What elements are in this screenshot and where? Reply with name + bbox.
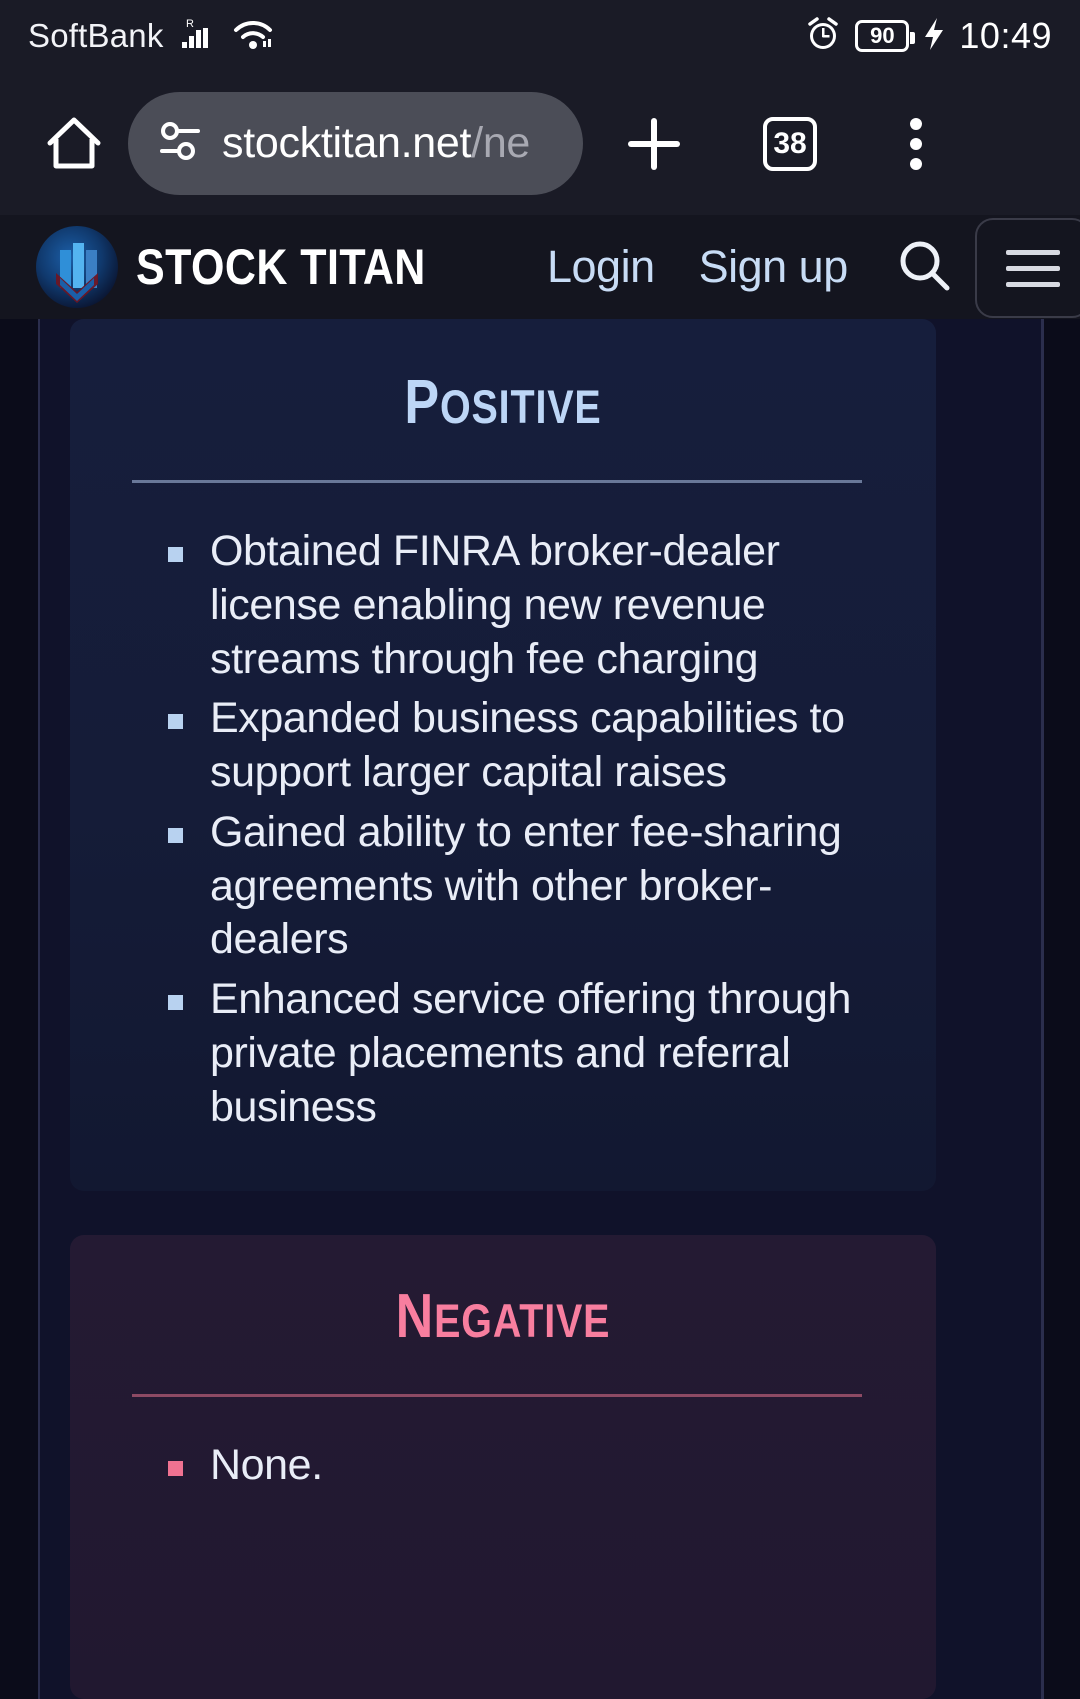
android-status-bar: SoftBank R 90 10:49 bbox=[0, 0, 1080, 72]
stock-titan-logo-icon bbox=[36, 226, 118, 308]
negative-card: NEGATIVE None. bbox=[70, 1235, 936, 1699]
url-bar[interactable]: stocktitan.net/ne bbox=[128, 92, 583, 195]
hamburger-menu-icon[interactable] bbox=[975, 218, 1080, 318]
positive-bullet-list: Obtained FINRA broker-dealer license ena… bbox=[116, 525, 890, 1134]
positive-card-title: POSITIVE bbox=[178, 319, 828, 438]
list-item: Expanded business capabilities to suppor… bbox=[168, 692, 890, 800]
cellular-signal-icon: R bbox=[178, 14, 218, 59]
browser-toolbar: stocktitan.net/ne 38 bbox=[0, 72, 1080, 215]
hamburger-lines bbox=[1005, 249, 1060, 287]
page-body: POSITIVE Obtained FINRA broker-dealer li… bbox=[0, 319, 1080, 1699]
status-bar-right: 90 10:49 bbox=[803, 14, 1052, 59]
list-item: Obtained FINRA broker-dealer license ena… bbox=[168, 525, 890, 686]
home-icon[interactable] bbox=[26, 112, 122, 176]
url-host: stocktitan.net bbox=[222, 119, 472, 167]
battery-level-label: 90 bbox=[870, 23, 895, 48]
positive-title-rest: OSITIVE bbox=[439, 380, 602, 433]
positive-card-divider bbox=[132, 480, 862, 483]
site-settings-icon[interactable] bbox=[156, 117, 204, 170]
negative-card-title: NEGATIVE bbox=[178, 1235, 828, 1352]
brand-name: STOCK TITAN bbox=[136, 239, 426, 295]
status-bar-clock: 10:49 bbox=[959, 15, 1052, 56]
positive-title-initial: P bbox=[404, 368, 440, 437]
carrier-label: SoftBank bbox=[28, 17, 164, 54]
negative-title-rest: EGATIVE bbox=[434, 1294, 611, 1347]
status-bar-left: SoftBank R bbox=[28, 14, 274, 59]
negative-bullet-list: None. bbox=[116, 1439, 890, 1493]
battery-indicator: 90 bbox=[855, 20, 916, 52]
list-item: Gained ability to enter fee-sharing agre… bbox=[168, 806, 890, 967]
positive-card: POSITIVE Obtained FINRA broker-dealer li… bbox=[70, 319, 936, 1191]
svg-text:R: R bbox=[186, 18, 194, 30]
more-vertical-icon[interactable] bbox=[861, 109, 971, 179]
tab-counter-button[interactable]: 38 bbox=[725, 116, 855, 171]
scrollbar-rail[interactable] bbox=[1041, 319, 1044, 1699]
content-frame: POSITIVE Obtained FINRA broker-dealer li… bbox=[38, 319, 1042, 1699]
signup-link[interactable]: Sign up bbox=[699, 241, 849, 293]
url-text[interactable]: stocktitan.net/ne bbox=[222, 119, 530, 168]
charging-bolt-icon bbox=[921, 14, 947, 59]
site-header: STOCK TITAN Login Sign up bbox=[0, 215, 1080, 319]
alarm-clock-icon bbox=[803, 14, 843, 59]
negative-card-divider bbox=[132, 1394, 862, 1397]
wifi-icon bbox=[232, 14, 274, 59]
url-path: /ne bbox=[471, 119, 531, 167]
search-icon[interactable] bbox=[894, 236, 956, 298]
negative-title-initial: N bbox=[395, 1282, 435, 1351]
new-tab-button[interactable] bbox=[589, 109, 719, 179]
login-link[interactable]: Login bbox=[547, 241, 655, 293]
header-nav: Login Sign up bbox=[547, 241, 848, 293]
list-item: Enhanced service offering through privat… bbox=[168, 973, 890, 1134]
list-item: None. bbox=[168, 1439, 890, 1493]
tab-count-label: 38 bbox=[763, 116, 817, 171]
site-logo-link[interactable]: STOCK TITAN bbox=[36, 226, 473, 308]
